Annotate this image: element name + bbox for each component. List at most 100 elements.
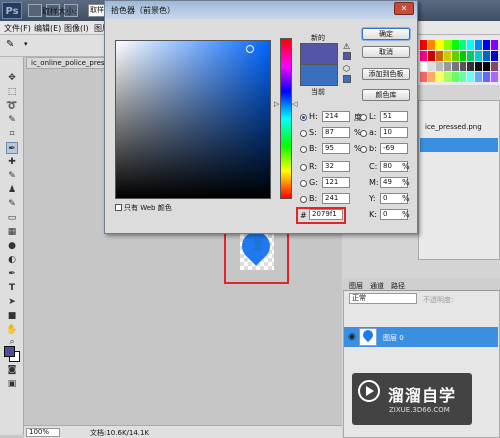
swatch-cell[interactable] [483,40,491,50]
tab-layers[interactable]: 图层 [349,281,363,291]
screen-mode-icon[interactable]: ▣ [6,378,18,390]
close-button[interactable]: ✕ [394,2,414,15]
swatch-cell[interactable] [491,50,498,61]
pen-tool-icon[interactable]: ✒ [6,268,18,280]
g-radio[interactable] [300,180,307,187]
swatch-cell[interactable] [427,50,435,61]
swatch-cell[interactable] [435,72,443,82]
hex-field[interactable]: 2079f1 [309,209,343,220]
r-field[interactable]: 32 [322,161,350,172]
swatch-cell[interactable] [467,72,475,82]
swatch-cell[interactable] [475,40,483,50]
b-field[interactable]: 95 [322,143,350,154]
hue-slider-right-marker-icon[interactable]: ◁ [292,100,297,108]
swatch-cell[interactable] [451,50,459,61]
gamut-warning-swatch[interactable] [343,52,351,60]
swatch-cell[interactable] [467,40,475,50]
swatch-cell[interactable] [435,61,443,72]
swatch-cell[interactable] [451,61,459,72]
swatch-cell[interactable] [459,61,467,72]
lab-b-field[interactable]: -69 [380,143,408,154]
quick-mask-icon[interactable]: ◙ [6,364,18,376]
swatch-cell[interactable] [427,40,435,50]
s-radio[interactable] [300,130,307,137]
layer-name[interactable]: 图层 0 [383,333,404,343]
gradient-tool-icon[interactable]: ▦ [6,226,18,238]
swatch-cell[interactable] [443,50,451,61]
swatch-cell[interactable] [459,50,467,61]
color-field[interactable] [115,40,271,199]
h-field[interactable]: 214 [322,111,350,122]
clone-stamp-tool-icon[interactable]: ♟ [6,184,18,196]
l-radio[interactable] [360,114,367,121]
hand-tool-icon[interactable]: ✋ [6,324,18,336]
healing-tool-icon[interactable]: ✚ [6,156,18,168]
hue-slider-left-marker-icon[interactable]: ▷ [274,100,279,108]
swatch-cell[interactable] [420,40,427,50]
a-radio[interactable] [360,130,367,137]
swatch-cell[interactable] [475,50,483,61]
swatch-cell[interactable] [491,72,498,82]
document-tab[interactable]: ic_online_police_pressed [26,57,106,69]
quick-select-tool-icon[interactable]: ✎ [6,114,18,126]
shape-tool-icon[interactable]: ■ [6,310,18,322]
swatch-cell[interactable] [483,72,491,82]
web-safe-warning-icon[interactable]: ⬡ [343,64,350,73]
swatch-cell[interactable] [443,61,451,72]
color-libraries-button[interactable]: 颜色库 [362,89,410,101]
swatch-cell[interactable] [435,40,443,50]
tab-channels[interactable]: 通道 [370,281,384,291]
lasso-tool-icon[interactable]: ➰ [6,100,18,112]
swatch-cell[interactable] [475,61,483,72]
blue-radio[interactable] [300,196,307,203]
menu-edit[interactable]: 编辑(E) [34,23,61,34]
tool-preset-dropdown-icon[interactable]: ▾ [24,40,28,48]
s-field[interactable]: 87 [322,127,350,138]
h-radio[interactable] [300,114,307,121]
lab-b-radio[interactable] [360,146,367,153]
swatch-cell[interactable] [483,61,491,72]
marquee-tool-icon[interactable]: ⬚ [6,86,18,98]
gamut-warning-icon[interactable]: ⚠ [343,42,350,51]
eyedropper-tool-icon[interactable]: ✒ [6,142,18,154]
type-tool-icon[interactable]: T [6,282,18,294]
cancel-button[interactable]: 取消 [362,46,410,58]
swatch-cell[interactable] [427,61,435,72]
hue-slider[interactable] [280,38,292,199]
zoom-field[interactable]: 100% [26,428,60,437]
swatches-grid[interactable] [420,40,498,82]
path-select-tool-icon[interactable]: ➤ [6,296,18,308]
swatch-cell[interactable] [491,61,498,72]
l-field[interactable]: 51 [380,111,408,122]
move-tool-icon[interactable]: ✥ [6,72,18,84]
crop-tool-icon[interactable]: ⌗ [6,128,18,140]
menu-image[interactable]: 图像(I) [64,23,89,34]
foreground-color-swatch[interactable] [4,346,15,357]
b-radio[interactable] [300,146,307,153]
menu-file[interactable]: 文件(F) [4,23,31,34]
ok-button[interactable]: 确定 [362,28,410,40]
swatch-cell[interactable] [467,50,475,61]
web-safe-swatch[interactable] [343,75,351,83]
a-field[interactable]: 10 [380,127,408,138]
swatch-cell[interactable] [451,40,459,50]
bridge-icon[interactable] [28,4,42,17]
swatch-cell[interactable] [427,72,435,82]
swatch-cell[interactable] [443,72,451,82]
swatch-cell[interactable] [420,50,427,61]
brush-tool-icon[interactable]: ✎ [6,170,18,182]
swatch-cell[interactable] [459,72,467,82]
web-colors-checkbox[interactable] [115,204,122,211]
swatch-cell[interactable] [443,40,451,50]
tab-paths[interactable]: 路径 [391,281,405,291]
swatch-cell[interactable] [459,40,467,50]
blend-mode-select[interactable]: 正常 [349,293,417,304]
current-color-swatch[interactable] [300,65,338,86]
g-field[interactable]: 121 [322,177,350,188]
history-selected-row[interactable] [420,138,498,152]
eyedropper-icon[interactable]: ✎ [6,39,14,50]
history-item[interactable]: ice_pressed.png [425,123,482,131]
dodge-tool-icon[interactable]: ◐ [6,254,18,266]
blue-field[interactable]: 241 [322,193,350,204]
add-to-swatches-button[interactable]: 添加到色板 [362,68,410,80]
